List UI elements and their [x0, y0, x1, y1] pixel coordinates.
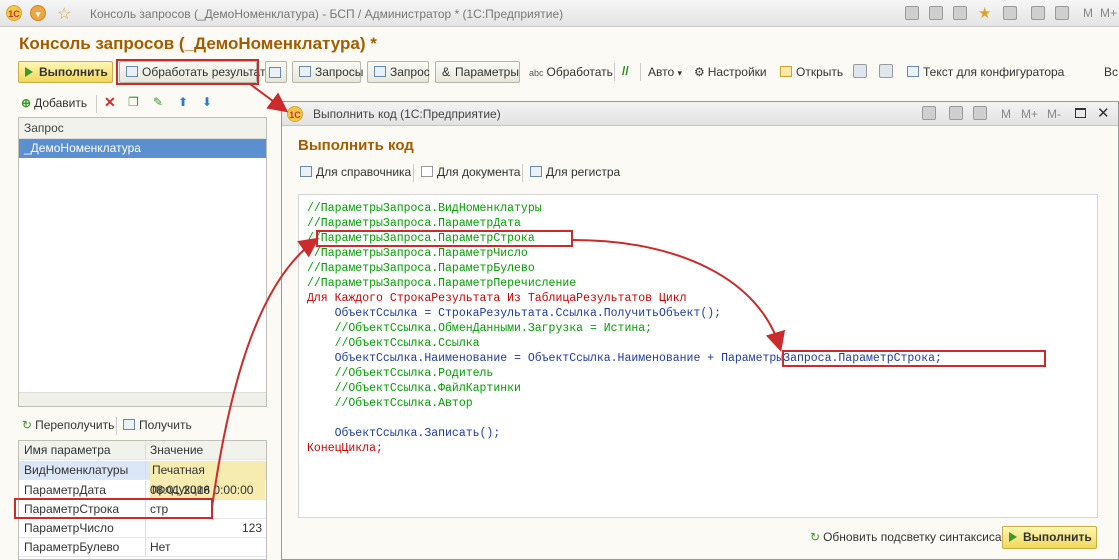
annotation-arrows [211, 83, 786, 508]
arrow-to-param-usage [572, 239, 786, 352]
arrow-to-dialog [249, 83, 289, 113]
arrow-to-code-line [211, 237, 320, 508]
